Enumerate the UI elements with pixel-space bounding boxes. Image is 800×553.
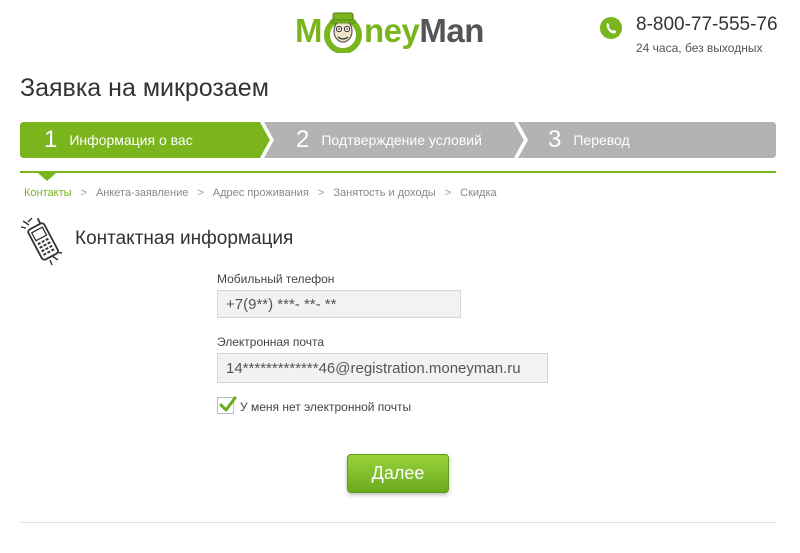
substep-separator: > [444,187,452,199]
next-button[interactable]: Далее [347,454,449,493]
step-2-number: 2 [296,126,310,153]
phone-hours: 24 часа, без выходных [636,41,763,55]
substep-employment[interactable]: Занятость и доходы [333,187,435,199]
step-3[interactable]: 3 Перевод [548,122,630,158]
phone-icon [600,17,622,39]
steps-progress: 1 Информация о вас 2 Подтверждение услов… [20,122,776,158]
substep-contacts[interactable]: Контакты [24,187,72,199]
phone-field[interactable] [217,290,461,318]
mascot-icon [324,12,362,53]
substep-separator: > [80,187,87,199]
no-email-checkbox-label[interactable]: У меня нет электронной почты [240,400,411,414]
moneyman-logo[interactable]: M ney Man [295,4,505,58]
no-email-checkbox[interactable] [217,396,237,414]
step-2-label: Подтверждение условий [321,132,482,148]
substep-separator: > [197,187,204,199]
logo-text-m: M [295,12,323,49]
substeps-breadcrumb: Контакты > Анкета-заявление > Адрес проживан… [24,187,497,199]
step-3-number: 3 [548,126,562,153]
email-field-label: Электронная почта [217,335,325,349]
step-3-label: Перевод [573,132,630,148]
footer-divider [20,522,776,523]
step-2[interactable]: 2 Подтверждение условий [296,122,482,158]
mobile-phone-icon [20,217,63,266]
step-1-number: 1 [44,126,58,153]
phone-number[interactable]: 8-800-77-555-76 [636,14,778,36]
email-field[interactable] [217,353,548,383]
phone-field-label: Мобильный телефон [217,272,335,286]
active-substep-pointer [38,173,56,181]
step-1[interactable]: 1 Информация о вас [44,122,193,158]
logo-text-man: Man [419,12,484,49]
substep-discount[interactable]: Скидка [460,187,497,199]
step-1-label: Информация о вас [69,132,193,148]
substep-application-form[interactable]: Анкета-заявление [96,187,188,199]
substep-address[interactable]: Адрес проживания [213,187,309,199]
logo-text-ney: ney [364,12,420,49]
page-title: Заявка на микрозаем [20,74,269,102]
checkmark-icon [219,396,237,412]
progress-divider [20,171,776,173]
substep-separator: > [317,187,325,199]
section-title: Контактная информация [75,228,294,249]
